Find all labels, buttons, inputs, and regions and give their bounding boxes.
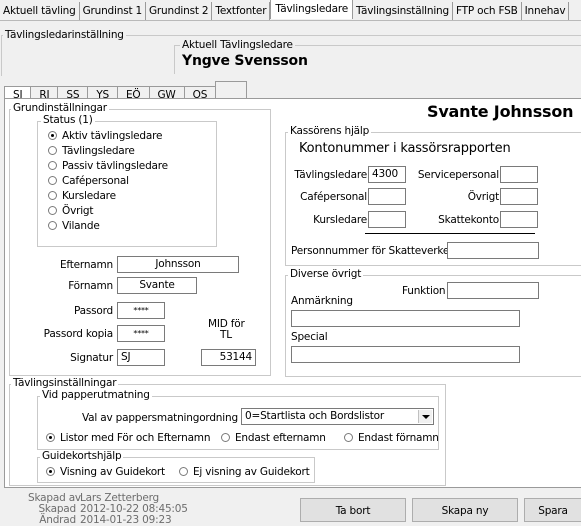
competition-title: Tävlingsinställningar <box>11 377 119 389</box>
special-field[interactable] <box>291 346 520 363</box>
paper-title: Vid papperutmatning <box>40 389 152 401</box>
account-cafe-field[interactable] <box>368 188 406 205</box>
account-course-field[interactable] <box>368 211 406 228</box>
password-copy-field[interactable]: **** <box>117 325 165 342</box>
tab-innehav[interactable]: Innehav <box>522 2 570 20</box>
tab-aktuell-tavling[interactable]: Aktuell tävling <box>0 2 80 20</box>
status-option-vilande[interactable]: Vilande <box>48 220 100 232</box>
create-new-button[interactable]: Skapa ny <box>412 498 518 522</box>
firstname-label: Förnamn <box>68 280 113 292</box>
personnr-field[interactable] <box>447 242 539 259</box>
mid-label-line2: TL <box>220 329 232 341</box>
tab-tavlingsledare[interactable]: Tävlingsledare <box>270 0 353 19</box>
order-select[interactable]: 0=Startlista och Bordslistor <box>241 408 434 425</box>
top-tab-strip: Aktuell tävling Grundinst 1 Grundinst 2 Tex… <box>0 0 581 21</box>
lastname-field[interactable]: Johnsson <box>117 256 239 273</box>
guide-option-hide[interactable]: Ej visning av Guidekort <box>179 466 310 478</box>
signature-field[interactable]: SJ <box>117 349 165 366</box>
account-service-label: Servicepersonal <box>417 169 499 181</box>
radio-unchecked-icon <box>344 433 353 442</box>
names-option-lastname[interactable]: Endast efternamn <box>221 432 326 444</box>
status-title: Status (1) <box>41 114 95 126</box>
radio-unchecked-icon <box>48 191 57 200</box>
account-tax-label: Skattekonto <box>438 214 499 226</box>
leader-sub-tabs: SJ RJ SS YS EÖ GW OS <box>4 81 248 104</box>
radio-unchecked-icon <box>48 161 57 170</box>
radio-unchecked-icon <box>48 176 57 185</box>
account-cafe-label: Cafépersonal <box>300 191 367 203</box>
account-other-field[interactable] <box>500 188 538 205</box>
leader-panel: Svante Johnsson Grundinställningar Statu… <box>4 98 581 488</box>
firstname-field[interactable]: Svante <box>117 277 197 294</box>
cashier-divider <box>365 233 535 234</box>
tab-tavlingsinstallning[interactable]: Tävlingsinställning <box>353 2 453 20</box>
account-leader-label: Tävlingsledare <box>294 169 367 181</box>
account-service-field[interactable] <box>500 166 538 183</box>
tab-textfonter[interactable]: Textfonter <box>212 2 271 20</box>
status-option-ovrigt[interactable]: Övrigt <box>48 205 93 217</box>
status-option-aktiv[interactable]: Aktiv tävlingsledare <box>48 130 162 142</box>
account-other-label: Övrigt <box>467 191 499 203</box>
current-leader-name: Yngve Svensson <box>182 53 308 69</box>
save-button[interactable]: Spara <box>524 498 581 522</box>
order-label: Val av pappersmatningordning <box>82 412 238 424</box>
radio-checked-icon <box>46 433 55 442</box>
radio-unchecked-icon <box>221 433 230 442</box>
delete-button[interactable]: Ta bort <box>300 498 406 522</box>
tab-grundinst-1[interactable]: Grundinst 1 <box>80 2 146 20</box>
changed-value: 2014-01-23 09:23 <box>80 514 172 526</box>
lastname-label: Efternamn <box>59 259 113 271</box>
tab-grundinst-2[interactable]: Grundinst 2 <box>146 2 213 20</box>
leader-display-name: Svante Johnsson <box>427 102 574 121</box>
signature-label: Signatur <box>70 352 113 364</box>
chevron-down-icon[interactable] <box>418 410 432 423</box>
password-copy-label: Passord kopia <box>43 328 114 340</box>
radio-unchecked-icon <box>179 467 188 476</box>
changed-label: Ändrad <box>39 514 76 526</box>
special-label: Special <box>291 331 328 343</box>
mid-field[interactable]: 53144 <box>201 349 256 366</box>
account-course-label: Kursledare <box>313 214 367 226</box>
status-option-cafepersonal[interactable]: Cafépersonal <box>48 175 129 187</box>
radio-checked-icon <box>46 467 55 476</box>
radio-checked-icon <box>48 131 57 140</box>
settings-group-title: Tävlingsledarinställning <box>3 29 126 41</box>
status-option-kursledare[interactable]: Kursledare <box>48 190 116 202</box>
radio-unchecked-icon <box>48 206 57 215</box>
current-leader-caption: Aktuell Tävlingsledare <box>180 39 295 51</box>
subtab-empty[interactable] <box>215 81 248 98</box>
cashier-heading: Kontonummer i kassörsrapporten <box>299 141 511 156</box>
function-label: Funktion <box>402 285 446 297</box>
guide-title: Guidekortshjälp <box>40 450 124 462</box>
remark-label: Anmärkning <box>291 295 353 307</box>
radio-unchecked-icon <box>48 221 57 230</box>
tab-ftp-och-fsb[interactable]: FTP och FSB <box>453 2 522 20</box>
remark-field[interactable] <box>291 310 520 327</box>
radio-unchecked-icon <box>48 146 57 155</box>
names-option-firstname[interactable]: Endast förnamn <box>344 432 439 444</box>
status-option-tavlingsledare[interactable]: Tävlingsledare <box>48 145 135 157</box>
account-tax-field[interactable] <box>500 211 538 228</box>
cashier-title: Kassörens hjälp <box>288 125 372 137</box>
guide-option-show[interactable]: Visning av Guidekort <box>46 466 165 478</box>
password-label: Passord <box>73 305 113 317</box>
function-field[interactable] <box>447 282 539 299</box>
names-option-full[interactable]: Listor med För och Efternamn <box>46 432 210 444</box>
account-leader-field[interactable]: 4300 <box>368 166 406 183</box>
basics-title: Grundinställningar <box>11 102 109 114</box>
misc-title: Diverse övrigt <box>288 268 364 280</box>
status-option-passiv[interactable]: Passiv tävlingsledare <box>48 160 168 172</box>
personnr-label: Personnummer för Skatteverket <box>291 245 454 257</box>
password-field[interactable]: **** <box>117 302 165 319</box>
